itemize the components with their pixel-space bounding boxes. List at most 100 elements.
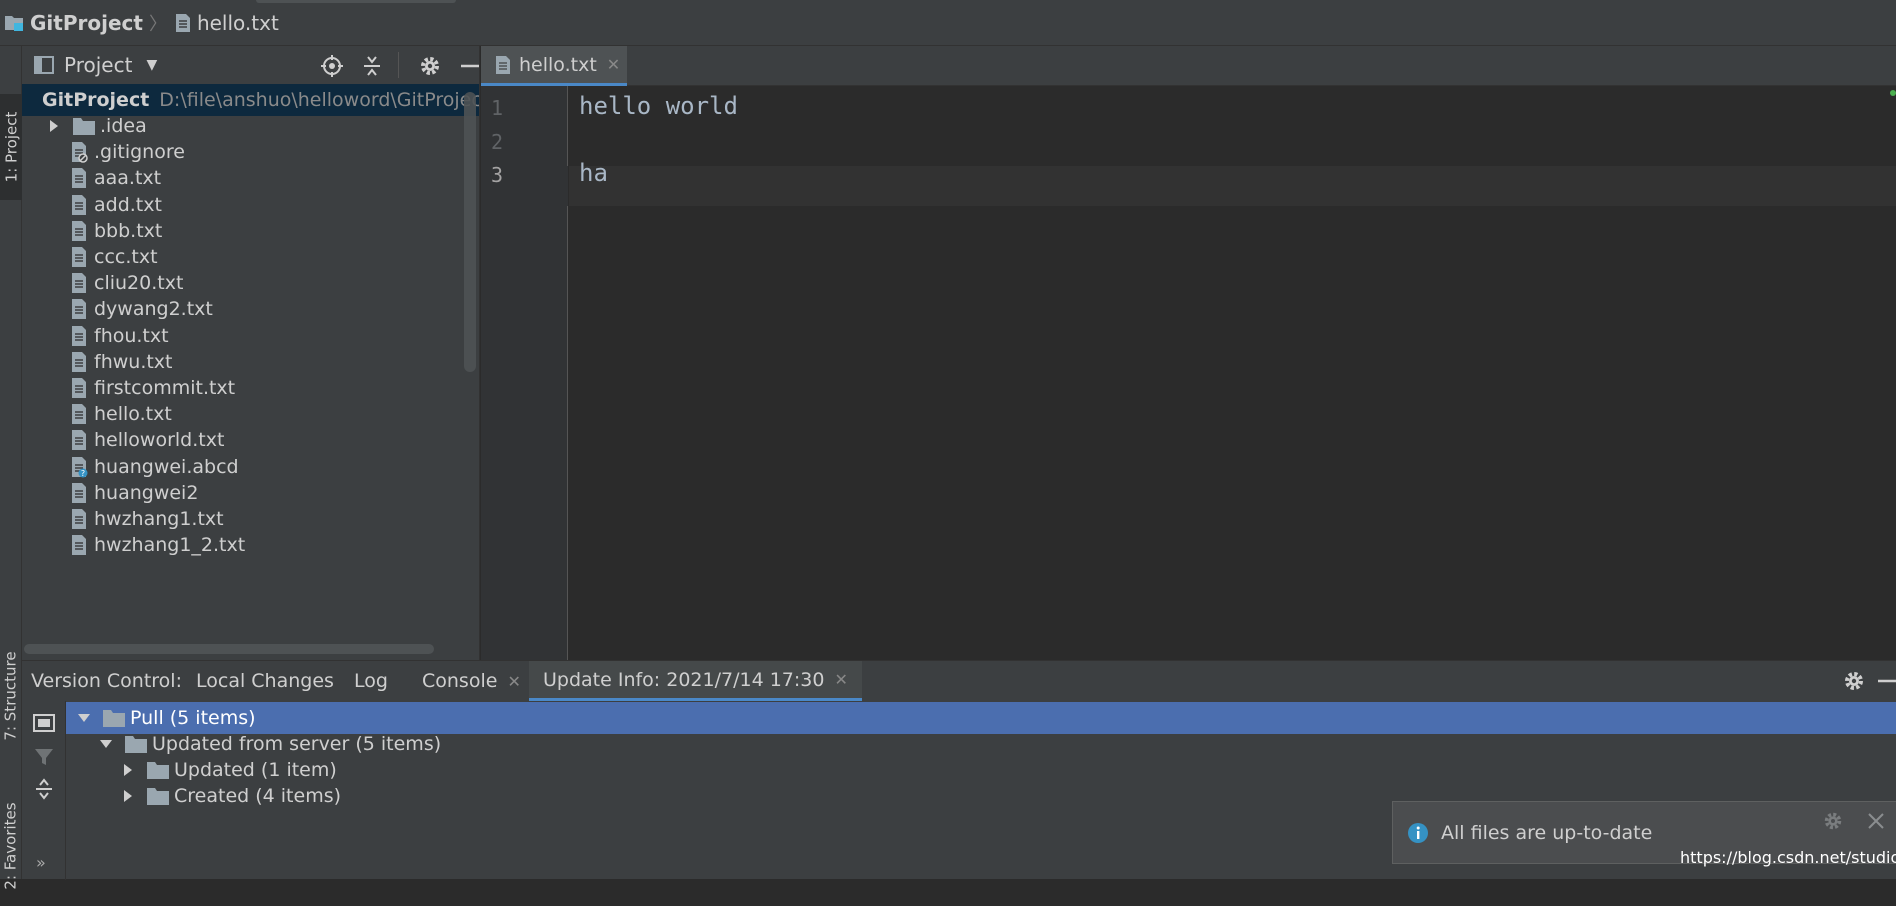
collapsed-arrow-icon[interactable] xyxy=(120,762,136,778)
text-file-icon xyxy=(72,168,86,189)
text-file-icon xyxy=(72,482,86,503)
folder-icon xyxy=(103,709,125,727)
close-icon[interactable]: ✕ xyxy=(507,672,520,691)
tool-tab-structure[interactable]: 7: Structure xyxy=(0,636,22,756)
filter-icon[interactable] xyxy=(32,745,56,769)
close-icon[interactable]: ✕ xyxy=(834,670,847,689)
update-tree-node-label: Created (4 items) xyxy=(174,784,342,807)
text-file-icon xyxy=(72,220,86,241)
tab-local-changes-label: Local Changes xyxy=(196,670,334,692)
expand-all-icon[interactable] xyxy=(32,777,56,801)
text-file-icon xyxy=(72,351,86,372)
locate-icon[interactable] xyxy=(320,54,344,78)
collapsed-arrow-icon[interactable] xyxy=(120,788,136,804)
folder-icon xyxy=(147,761,169,779)
text-file-icon xyxy=(72,273,86,294)
version-control-tab-bar: Version Control: Local Changes Log Conso… xyxy=(22,661,1896,701)
tree-item-label: firstcommit.txt xyxy=(94,376,236,399)
tab-log-label: Log xyxy=(354,670,388,692)
breadcrumb-project[interactable]: GitProject xyxy=(4,11,143,35)
breadcrumb-project-label: GitProject xyxy=(30,10,143,35)
line-number: 2 xyxy=(491,130,504,154)
tool-tab-favorites-label: 2: Favorites xyxy=(2,802,20,890)
tree-item-label: helloworld.txt xyxy=(94,429,225,452)
left-tool-stripe: 1: Project 7: Structure 2: Favorites xyxy=(0,46,22,890)
tab-update-info[interactable]: Update Info: 2021/7/14 17:30 ✕ xyxy=(529,661,862,701)
tree-item-label: add.txt xyxy=(94,193,162,216)
editor-tab-label: hello.txt xyxy=(519,53,597,76)
gear-icon[interactable] xyxy=(1842,669,1866,693)
tree-item-label: fhou.txt xyxy=(94,324,169,347)
tree-item-label: .idea xyxy=(100,114,147,137)
tree-item-label: huangwei2 xyxy=(94,481,199,504)
tree-root-path: D:\file\anshuo\helloword\GitProjec xyxy=(159,88,480,111)
close-icon[interactable] xyxy=(1866,810,1886,832)
chevron-down-icon[interactable]: ▼ xyxy=(146,57,157,73)
folder-icon xyxy=(147,787,169,805)
tree-item-label: ccc.txt xyxy=(94,245,158,268)
horizontal-scrollbar[interactable] xyxy=(24,644,434,654)
text-file-icon xyxy=(496,55,510,74)
folder-icon xyxy=(73,117,95,135)
editor-text-area[interactable]: hello world ha xyxy=(569,86,1896,660)
tree-item-label: hwzhang1_2.txt xyxy=(94,534,246,557)
project-header: Project ▼ xyxy=(22,46,479,84)
code-line[interactable]: hello world xyxy=(579,92,738,120)
tab-console[interactable]: Console ✕ xyxy=(422,661,521,701)
current-line-highlight xyxy=(569,166,1896,206)
line-number: 1 xyxy=(491,96,504,120)
text-file-icon xyxy=(72,377,86,398)
notification-gear-icon[interactable] xyxy=(1822,810,1844,832)
tool-tab-structure-label: 7: Structure xyxy=(2,651,20,741)
tree-item-label: bbb.txt xyxy=(94,219,163,242)
code-line[interactable]: ha xyxy=(579,159,608,187)
tab-update-info-label: Update Info: 2021/7/14 17:30 xyxy=(543,668,825,691)
expanded-arrow-icon[interactable] xyxy=(98,736,114,752)
tab-local-changes[interactable]: Local Changes xyxy=(196,661,334,701)
collapse-all-icon[interactable] xyxy=(360,54,384,78)
breadcrumb-file-label: hello.txt xyxy=(196,10,279,35)
tree-item-label: dywang2.txt xyxy=(94,298,213,321)
breadcrumb-file[interactable]: hello.txt xyxy=(175,11,279,35)
minimize-icon[interactable] xyxy=(458,54,480,78)
update-tree-node-label: Updated (1 item) xyxy=(174,758,337,781)
close-icon[interactable]: ✕ xyxy=(607,55,620,74)
notification-message: All files are up-to-date xyxy=(1441,821,1653,844)
text-file-icon xyxy=(72,430,86,451)
gitignore-file-icon xyxy=(72,142,88,163)
unknown-file-icon: ? xyxy=(72,456,88,478)
editor-tab-hello[interactable]: hello.txt ✕ xyxy=(481,46,627,86)
project-view-title[interactable]: Project xyxy=(64,53,132,77)
vertical-scrollbar[interactable] xyxy=(464,92,476,372)
tab-console-label: Console xyxy=(422,670,498,692)
update-tree-node-label: Pull (5 items) xyxy=(130,706,256,729)
tool-tab-project[interactable]: 1: Project xyxy=(0,94,22,200)
line-number: 3 xyxy=(491,163,504,187)
text-file-icon xyxy=(72,325,86,346)
info-icon xyxy=(1408,822,1428,843)
project-folder-icon xyxy=(5,15,23,31)
tree-item-label: huangwei.abcd xyxy=(94,455,239,478)
tree-item-label: aaa.txt xyxy=(94,167,162,190)
folder-icon xyxy=(125,735,147,753)
text-file-icon xyxy=(72,404,86,425)
tool-tab-favorites[interactable]: 2: Favorites xyxy=(0,786,22,906)
minimize-icon[interactable] xyxy=(1876,669,1896,693)
gear-icon[interactable] xyxy=(418,54,442,78)
expanded-arrow-icon[interactable] xyxy=(76,710,92,726)
collapsed-arrow-icon[interactable] xyxy=(46,118,62,134)
more-actions-icon[interactable]: » xyxy=(36,853,46,872)
tree-item-label: fhwu.txt xyxy=(94,350,173,373)
text-file-icon xyxy=(175,13,190,32)
version-control-label-text: Version Control: xyxy=(31,670,182,692)
tree-file-row[interactable]: hwzhang1_2.txt xyxy=(22,529,479,561)
tree-item-label: hwzhang1.txt xyxy=(94,507,224,530)
project-view-icon xyxy=(34,56,54,74)
text-file-icon xyxy=(72,299,86,320)
group-by-icon[interactable] xyxy=(32,711,56,735)
tab-log[interactable]: Log xyxy=(354,661,388,701)
tree-root-name: GitProject xyxy=(42,88,150,111)
project-tree: GitProject D:\file\anshuo\helloword\GitPr… xyxy=(22,84,480,644)
window-strip xyxy=(256,0,456,3)
tool-tab-project-label: 1: Project xyxy=(2,111,20,183)
